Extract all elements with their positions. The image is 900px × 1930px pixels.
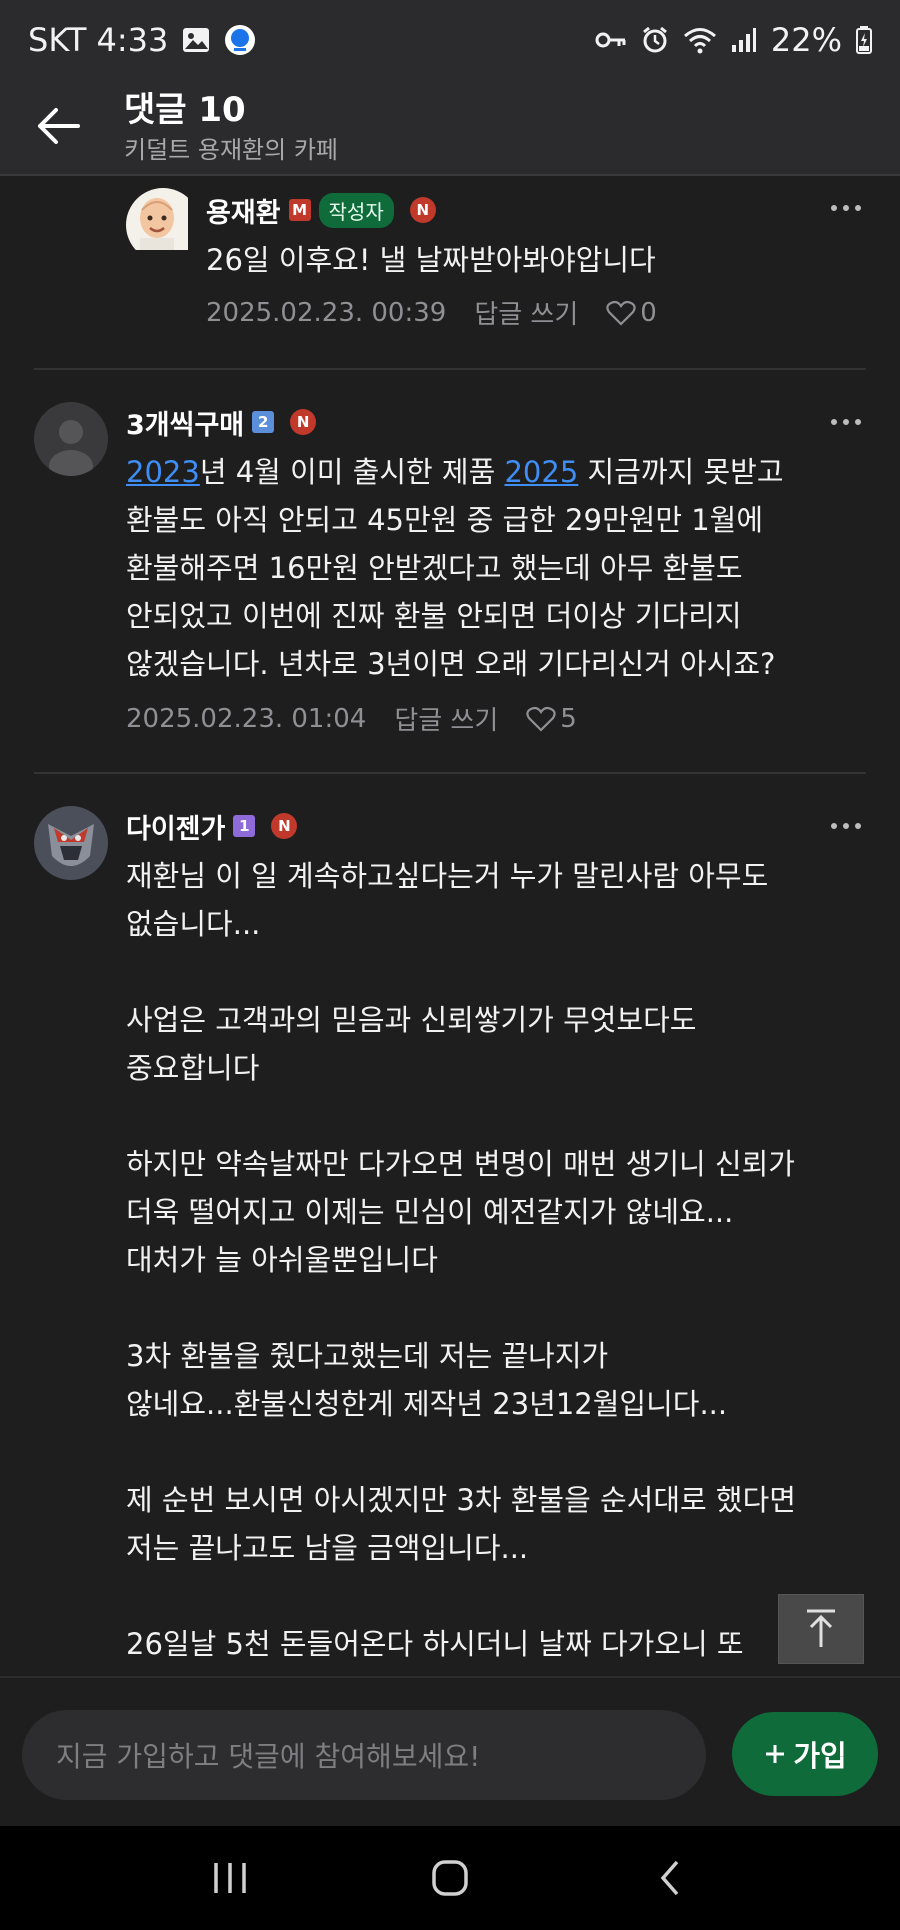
- arrow-up-icon: [807, 1609, 835, 1647]
- author-name[interactable]: 다이젠가: [126, 807, 225, 846]
- comment-divider: [34, 772, 866, 774]
- new-badge: N: [409, 197, 436, 223]
- battery-percent: 22%: [770, 21, 842, 59]
- level-badge: 2: [252, 411, 275, 433]
- arrow-left-icon: [38, 108, 80, 144]
- signal-icon: [731, 27, 757, 53]
- comment-meta: 2025.02.23. 01:04 답글 쓰기 5: [126, 700, 577, 737]
- system-nav-bar: [0, 1826, 900, 1930]
- back-button[interactable]: [30, 98, 86, 154]
- recent-apps-button[interactable]: [200, 1848, 260, 1908]
- level-badge: M: [288, 199, 311, 221]
- alarm-icon: [641, 26, 669, 54]
- comment-date: 2025.02.23. 00:39: [206, 297, 447, 328]
- avatar[interactable]: [34, 806, 108, 880]
- home-icon: [432, 1860, 468, 1896]
- heart-icon: [606, 300, 636, 326]
- comment-text: 재환님 이 일 계속하고싶다는거 누가 말린사람 아무도 없습니다... 사업은…: [126, 859, 796, 1676]
- default-avatar-icon: [34, 402, 108, 476]
- avatar-image: [126, 188, 188, 250]
- author-name[interactable]: 3개씩구매: [126, 403, 244, 442]
- comment-header: 용재환 M 작성자 N: [206, 190, 436, 230]
- carrier-time: SKT 4:33: [28, 21, 169, 59]
- scroll-top-button[interactable]: [778, 1594, 864, 1664]
- comment-date: 2025.02.23. 01:04: [126, 703, 367, 734]
- chevron-left-icon: [660, 1860, 679, 1896]
- comment-text: 26일 이후요! 낼 날짜받아봐야압니다: [206, 243, 656, 277]
- key-icon: [595, 29, 627, 51]
- wifi-icon: [683, 26, 717, 54]
- heart-icon: [526, 706, 556, 732]
- like-count: 5: [560, 703, 577, 734]
- date-link[interactable]: 2025: [504, 455, 578, 489]
- comment-input-bar: 지금 가입하고 댓글에 참여해보세요! 가입: [0, 1676, 900, 1826]
- comment-text: 2023년 4월 이미 출시한 제품 2025 지금까지 못받고 환불도 아직 …: [126, 448, 866, 688]
- gallery-icon: [182, 27, 210, 53]
- new-badge: N: [271, 813, 298, 839]
- status-bar: SKT 4:33 22%: [0, 0, 900, 80]
- join-label: 가입: [793, 1739, 847, 1773]
- author-badge: 작성자: [318, 192, 394, 228]
- comment-list[interactable]: 용재환 M 작성자 N 26일 이후요! 낼 날짜받아봐야압니다 2025.02…: [0, 176, 900, 1676]
- more-options-button[interactable]: [824, 198, 868, 218]
- new-badge: N: [290, 409, 317, 435]
- avatar[interactable]: [34, 402, 108, 476]
- avatar[interactable]: [126, 188, 200, 262]
- like-count: 0: [640, 297, 657, 328]
- like-button[interactable]: 0: [606, 298, 657, 328]
- more-options-button[interactable]: [824, 816, 868, 836]
- cafe-name: 키덜트 용재환의 카페: [124, 136, 338, 164]
- back-nav-button[interactable]: [640, 1848, 700, 1908]
- like-button[interactable]: 5: [526, 704, 577, 734]
- comment-header: 다이젠가 1 N: [126, 806, 298, 846]
- comment-divider: [34, 368, 866, 370]
- comment-input[interactable]: 지금 가입하고 댓글에 참여해보세요!: [22, 1710, 706, 1800]
- home-button[interactable]: [420, 1848, 480, 1908]
- battery-icon: [856, 26, 872, 54]
- app-badge-icon: [224, 24, 256, 56]
- comment-meta: 2025.02.23. 00:39 답글 쓰기 0: [206, 294, 657, 331]
- page-title: 댓글 10: [124, 90, 246, 130]
- reply-button[interactable]: 답글 쓰기: [474, 294, 578, 331]
- more-options-button[interactable]: [824, 412, 868, 432]
- avatar-image: [34, 806, 108, 880]
- date-link[interactable]: 2023: [126, 455, 200, 489]
- app-header: 댓글 10 키덜트 용재환의 카페: [0, 80, 900, 176]
- level-badge: 1: [233, 815, 256, 837]
- plus-icon: [766, 1745, 785, 1763]
- comment-text-part: 년 4월 이미 출시한 제품: [199, 455, 505, 489]
- author-name[interactable]: 용재환: [206, 191, 281, 230]
- reply-button[interactable]: 답글 쓰기: [394, 700, 498, 737]
- comment-header: 3개씩구매 2 N: [126, 402, 317, 442]
- recent-apps-icon: [214, 1863, 246, 1893]
- join-button[interactable]: 가입: [732, 1712, 878, 1796]
